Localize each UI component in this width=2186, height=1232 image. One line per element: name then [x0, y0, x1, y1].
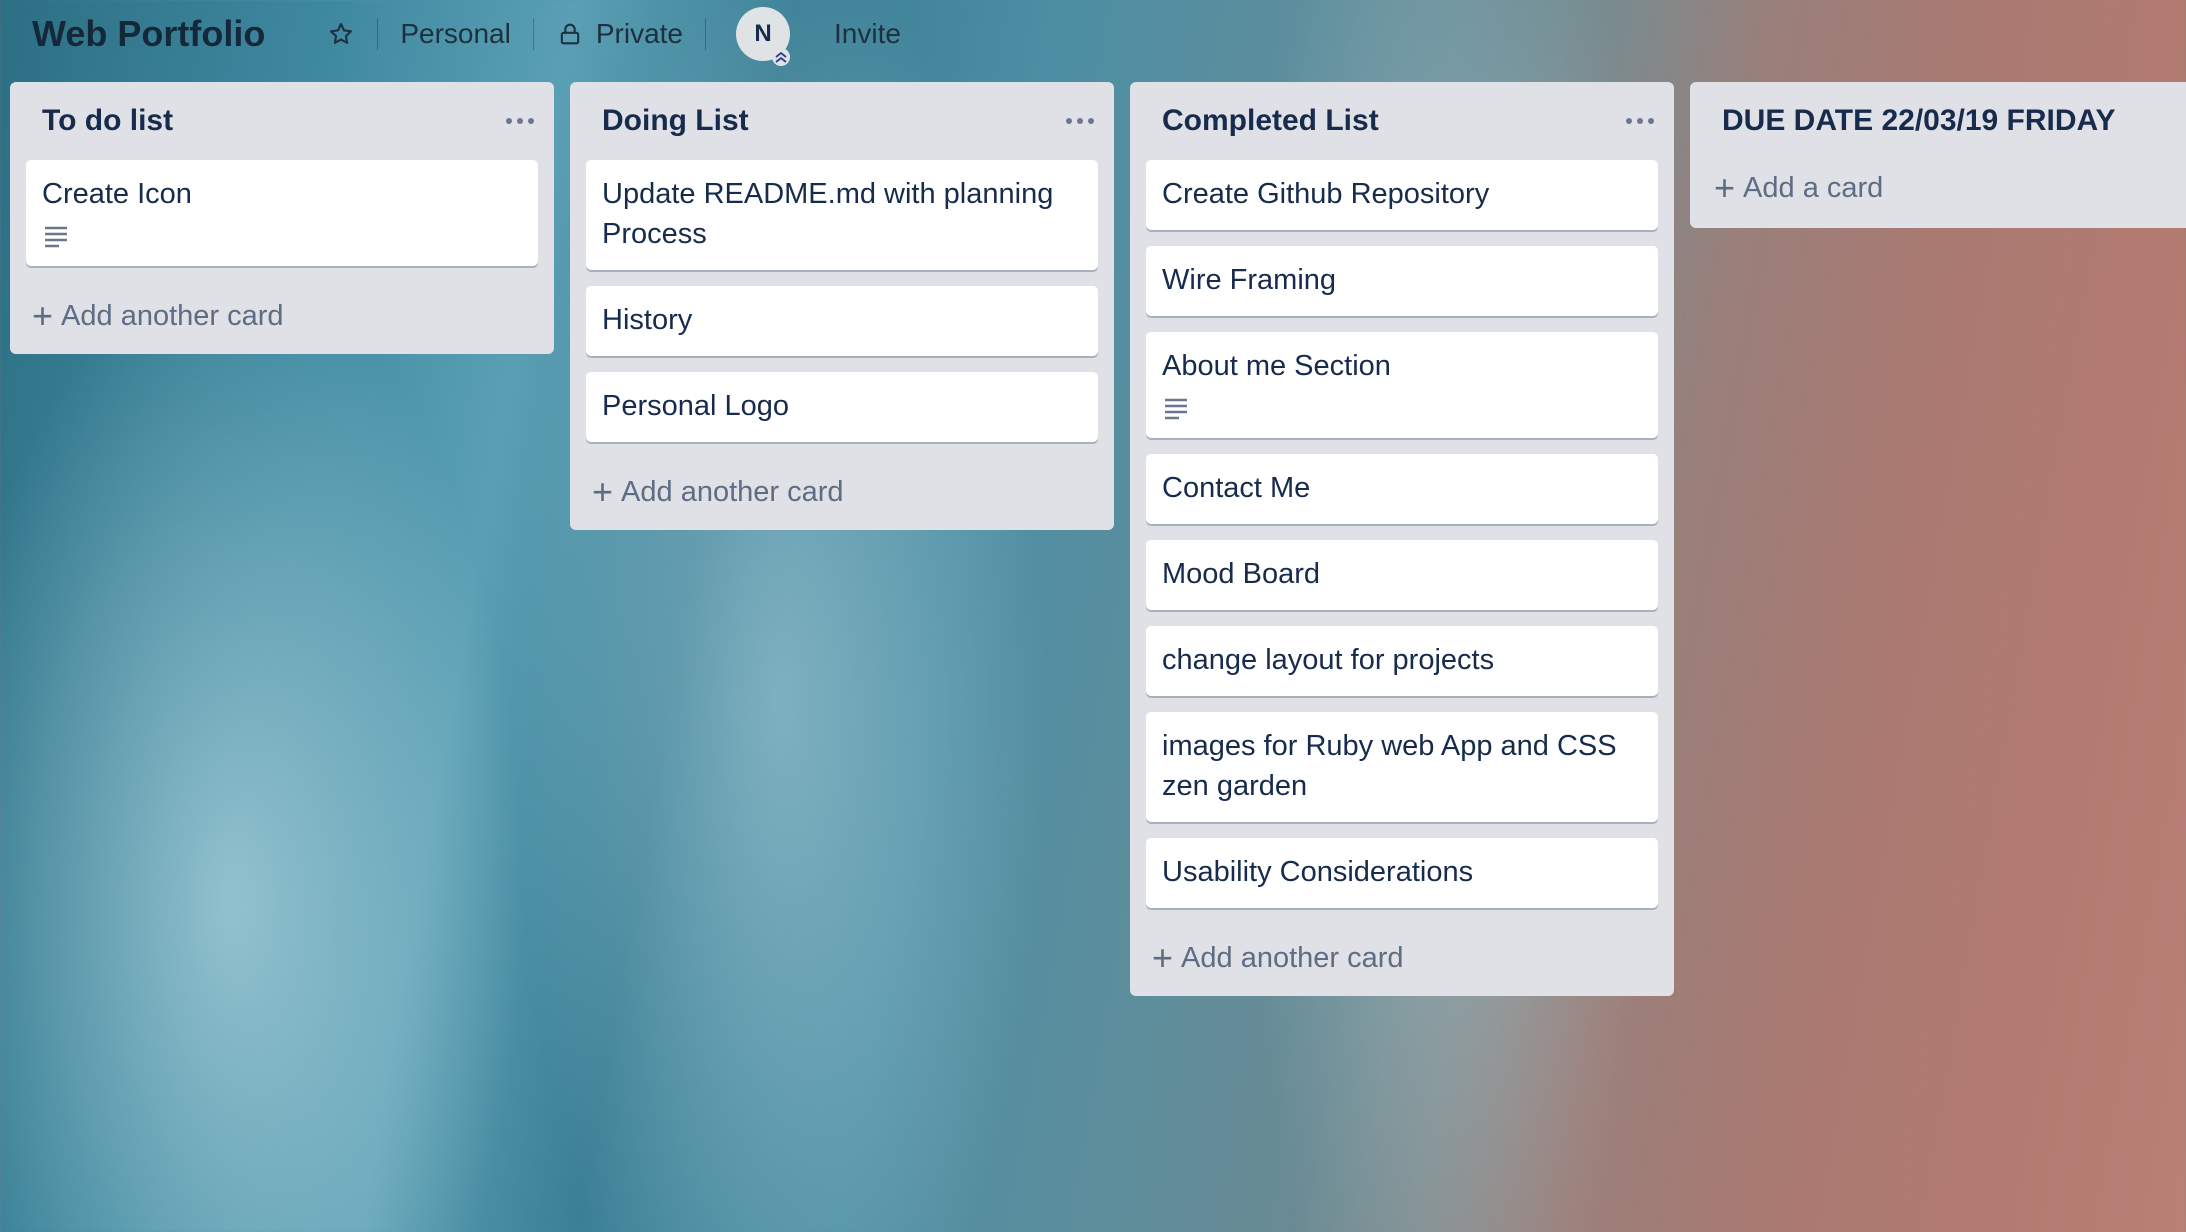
add-card-button[interactable]: + Add a card — [1690, 152, 2186, 224]
add-card-label: Add another card — [1181, 941, 1404, 974]
board-title[interactable]: Web Portfolio — [32, 13, 265, 55]
description-icon — [45, 226, 67, 248]
add-card-label: Add a card — [1743, 171, 1884, 204]
card-title: History — [602, 304, 693, 336]
card-list: Create Github Repository Wire Framing Ab… — [1130, 160, 1674, 908]
invite-label: Invite — [834, 18, 901, 49]
admin-chevron-icon — [772, 48, 790, 66]
list-header: Doing List — [570, 82, 1114, 160]
list-menu-button[interactable] — [1060, 106, 1100, 136]
add-card-label: Add another card — [61, 299, 284, 332]
privacy-button[interactable]: Private — [534, 12, 705, 56]
card-title: Contact Me — [1162, 472, 1311, 504]
invite-button[interactable]: Invite — [812, 12, 923, 56]
list-header: To do list — [10, 82, 554, 160]
more-icon — [1626, 118, 1654, 124]
card[interactable]: change layout for projects — [1146, 626, 1658, 696]
list-doing: Doing List Update README.md with plannin… — [570, 82, 1114, 530]
add-card-button[interactable]: + Add another card — [570, 458, 1114, 526]
plus-icon: + — [32, 295, 54, 336]
list-menu-button[interactable] — [1620, 106, 1660, 136]
member-initial: N — [754, 20, 772, 47]
description-icon — [1165, 398, 1187, 420]
member-avatar[interactable]: N — [736, 7, 790, 66]
card-title: Wire Framing — [1162, 264, 1337, 296]
more-icon — [1066, 118, 1094, 124]
card[interactable]: Mood Board — [1146, 540, 1658, 610]
plus-icon: + — [1714, 167, 1736, 208]
team-visibility-label: Personal — [400, 18, 511, 49]
card[interactable]: Contact Me — [1146, 454, 1658, 524]
card-list: Update README.md with planning Process H… — [570, 160, 1114, 442]
star-icon — [330, 23, 353, 44]
star-button[interactable] — [305, 12, 377, 56]
list-title[interactable]: To do list — [42, 104, 173, 138]
card-title: change layout for projects — [1162, 644, 1495, 676]
card[interactable]: Update README.md with planning Process — [586, 160, 1098, 270]
add-card-label: Add another card — [621, 475, 844, 508]
card-title: Usability Considerations — [1162, 856, 1474, 888]
more-icon — [506, 118, 534, 124]
team-visibility-button[interactable]: Personal — [378, 12, 533, 56]
card[interactable]: Create Icon — [26, 160, 538, 266]
add-card-button[interactable]: + Add another card — [1130, 924, 1674, 992]
list-to-do: To do list Create Icon + Add another car… — [10, 82, 554, 354]
plus-icon: + — [592, 471, 614, 512]
card-title: Mood Board — [1162, 558, 1320, 590]
list-title[interactable]: Completed List — [1162, 104, 1379, 138]
card-title: Personal Logo — [602, 390, 790, 422]
card[interactable]: Usability Considerations — [1146, 838, 1658, 908]
list-menu-button[interactable] — [500, 106, 540, 136]
board-header: Web Portfolio Personal Private N Invite — [0, 0, 2186, 68]
lock-icon — [560, 23, 580, 45]
card-title: About me Section — [1162, 350, 1391, 382]
list-title[interactable]: DUE DATE 22/03/19 FRIDAY — [1722, 104, 2115, 138]
header-divider — [705, 18, 706, 50]
list-header: Completed List — [1130, 82, 1674, 160]
card-title: Update README.md with planning Process — [602, 178, 1054, 250]
card[interactable]: Wire Framing — [1146, 246, 1658, 316]
list-title[interactable]: Doing List — [602, 104, 749, 138]
card[interactable]: History — [586, 286, 1098, 356]
card-title: Create Icon — [42, 178, 192, 210]
card[interactable]: About me Section — [1146, 332, 1658, 438]
board-lists: To do list Create Icon + Add another car… — [10, 82, 2186, 996]
list-completed: Completed List Create Github Repository … — [1130, 82, 1674, 996]
card-list: Create Icon — [10, 160, 554, 266]
plus-icon: + — [1152, 937, 1174, 978]
list-header: DUE DATE 22/03/19 FRIDAY — [1690, 82, 2186, 160]
list-due-date: DUE DATE 22/03/19 FRIDAY + Add a card — [1690, 82, 2186, 228]
privacy-label: Private — [595, 18, 683, 49]
card[interactable]: images for Ruby web App and CSS zen gard… — [1146, 712, 1658, 822]
card-title: images for Ruby web App and CSS zen gard… — [1162, 730, 1617, 802]
card[interactable]: Personal Logo — [586, 372, 1098, 442]
card[interactable]: Create Github Repository — [1146, 160, 1658, 230]
card-title: Create Github Repository — [1162, 178, 1490, 210]
add-card-button[interactable]: + Add another card — [10, 282, 554, 350]
